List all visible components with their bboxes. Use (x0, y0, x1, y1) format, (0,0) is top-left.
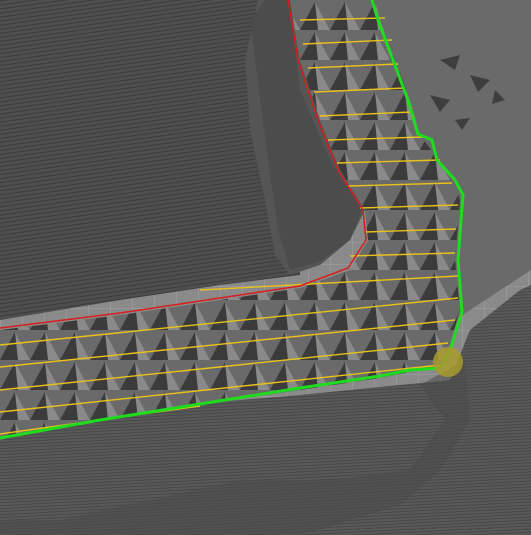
layer-view-canvas[interactable] (0, 0, 531, 535)
seam-marker-icon (433, 347, 463, 377)
layer-view-viewport[interactable] (0, 0, 531, 535)
